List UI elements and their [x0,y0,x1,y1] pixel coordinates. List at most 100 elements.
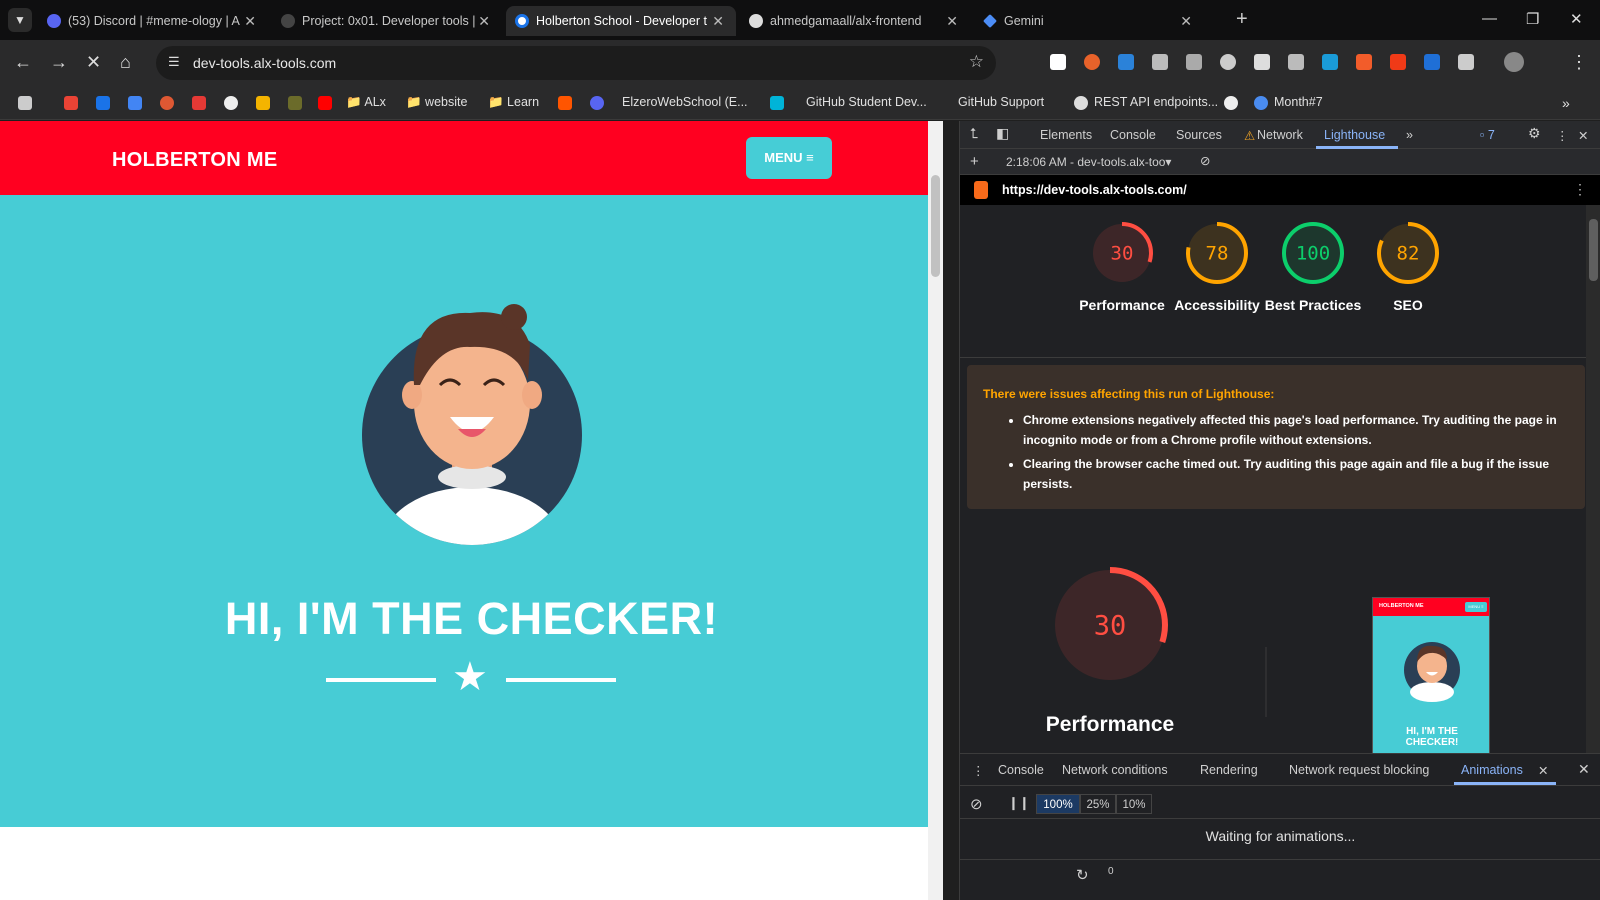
bookmark-icon[interactable] [288,96,302,110]
tab-console[interactable]: Console [1110,128,1156,142]
screenshot-icon[interactable] [1322,54,1338,70]
browser-tab-active[interactable]: Holberton School - Developer t ✕ [506,6,736,36]
speed-100-button[interactable]: 100% [1036,794,1080,814]
report-selector[interactable]: 2:18:06 AM - dev-tools.alx-too▾ [1006,155,1171,169]
bookmark-github-support[interactable]: GitHub Support [958,95,1044,109]
drawer-menu-icon[interactable]: ⋮ [972,763,985,778]
bookmark-folder-website[interactable]: 📁 website [406,95,467,110]
close-tab-icon[interactable]: ✕ [244,6,256,36]
bookmark-rest-api[interactable]: REST API endpoints... [1094,95,1218,109]
new-report-icon[interactable]: + [970,153,979,170]
camera-icon[interactable] [1186,54,1202,70]
gauge-label-seo[interactable]: SEO [1358,295,1458,315]
close-tab-icon[interactable]: ✕ [946,6,958,36]
address-url[interactable]: dev-tools.alx-tools.com [193,55,336,71]
gmail-icon[interactable] [64,96,78,110]
tab-network[interactable]: Network [1257,128,1303,142]
profile-avatar[interactable] [1504,52,1524,72]
youtube-icon[interactable] [318,96,332,110]
inspect-element-icon[interactable]: ⮤ [970,125,978,142]
extension-icon[interactable] [1118,54,1134,70]
close-devtools-icon[interactable]: ✕ [1578,128,1588,143]
minimize-icon[interactable]: — [1482,10,1497,27]
close-drawer-icon[interactable]: ✕ [1578,761,1590,778]
browser-menu-icon[interactable]: ⋮ [1570,52,1588,72]
gauge-label-best-practices[interactable]: Best Practices [1263,295,1363,315]
github-icon[interactable] [224,96,238,110]
devtools-scrollbar[interactable] [1586,205,1600,753]
close-window-icon[interactable]: ✕ [1570,10,1583,28]
close-animations-tab-icon[interactable]: ✕ [1538,763,1548,778]
extension-icon[interactable] [1050,54,1066,70]
menu-button[interactable]: MENU ≡ [746,137,832,179]
drawer-tab-animations[interactable]: Animations [1461,763,1523,777]
github-icon[interactable] [1074,96,1088,110]
close-tab-icon[interactable]: ✕ [712,6,724,36]
clear-reports-icon[interactable]: ⊘ [1200,153,1210,168]
codeforces-icon[interactable] [192,96,206,110]
restore-icon[interactable]: ❐ [1526,10,1539,28]
shield-icon[interactable] [1424,54,1440,70]
settings-gear-icon[interactable]: ⚙ [1528,125,1541,142]
page-scrollbar[interactable] [928,121,943,900]
page-scrollbar-thumb[interactable] [931,175,940,277]
site-logo[interactable]: HOLBERTON ME [112,149,277,172]
browser-tab[interactable]: (53) Discord | #meme-ology | A ✕ [38,6,268,36]
stop-loading-icon[interactable]: ✕ [86,52,101,72]
devtools-menu-icon[interactable]: ⋮ [1556,128,1569,143]
bookmark-github-student[interactable]: GitHub Student Dev... [806,95,927,109]
site-info-icon[interactable]: ☰ [168,54,180,70]
tab-search-button[interactable]: ▼ [8,8,32,32]
extension-icon[interactable] [1220,54,1236,70]
home-icon[interactable]: ⌂ [120,52,131,72]
issues-badge[interactable]: ▫ 7 [1480,128,1495,142]
more-tabs-icon[interactable]: » [1406,128,1413,142]
browser-tab[interactable]: Project: 0x01. Developer tools | ✕ [272,6,502,36]
address-bar[interactable]: ☰ dev-tools.alx-tools.com ☆ [156,46,996,80]
bookmark-month7[interactable]: Month#7 [1274,95,1323,109]
close-tab-icon[interactable]: ✕ [1180,6,1192,36]
report-url[interactable]: https://dev-tools.alx-tools.com/ [1002,183,1187,197]
browser-tab[interactable]: Gemini ✕ [974,6,1204,36]
extension-icon[interactable] [1084,54,1100,70]
clear-animations-icon[interactable]: ⊘ [970,795,983,813]
bookmark-elzero[interactable]: ElzeroWebSchool (E... [622,95,748,109]
pause-all-icon[interactable]: ❙❙ [1008,795,1030,811]
device-toolbar-icon[interactable]: ◧ [996,125,1009,142]
speed-25-button[interactable]: 25% [1080,794,1116,814]
extensions-puzzle-icon[interactable] [1458,54,1474,70]
globe-icon[interactable] [1254,96,1268,110]
extension-icon[interactable] [1356,54,1372,70]
tab-sources[interactable]: Sources [1176,128,1222,142]
apps-grid-icon[interactable] [18,96,32,110]
report-menu-icon[interactable]: ⋮ [1573,181,1587,198]
extension-icon[interactable] [1390,54,1406,70]
bookmark-folder-alx[interactable]: 📁 ALx [346,95,386,110]
extension-icon[interactable] [1254,54,1270,70]
calendar-icon[interactable] [96,96,110,110]
tab-lighthouse[interactable]: Lighthouse [1324,128,1385,142]
replay-icon[interactable]: ↻ [1076,866,1089,884]
speed-10-button[interactable]: 10% [1116,794,1152,814]
close-tab-icon[interactable]: ✕ [478,6,490,36]
tab-elements[interactable]: Elements [1040,128,1092,142]
soundcloud-icon[interactable] [558,96,572,110]
new-tab-button[interactable]: + [1236,9,1248,29]
drawer-tab-rendering[interactable]: Rendering [1200,763,1258,777]
devtools-scrollbar-thumb[interactable] [1589,219,1598,281]
eyedropper-icon[interactable] [1288,54,1304,70]
drawer-tab-console[interactable]: Console [998,763,1044,777]
browser-tab[interactable]: ahmedgamaall/alx-frontend ✕ [740,6,970,36]
translate-icon[interactable] [128,96,142,110]
bulb-icon[interactable] [256,96,270,110]
bookmark-star-icon[interactable]: ☆ [969,52,984,72]
drawer-tab-network-conditions[interactable]: Network conditions [1062,763,1168,777]
download-icon[interactable] [1152,54,1168,70]
gauge-label-accessibility[interactable]: Accessibility [1167,295,1267,315]
back-icon[interactable]: ← [14,52,32,72]
more-bookmarks-icon[interactable]: » [1562,95,1570,111]
gauge-label-performance[interactable]: Performance [1072,295,1172,315]
bookmark-folder-learn[interactable]: 📁 Learn [488,95,539,110]
forward-icon[interactable]: → [50,52,68,72]
discord-icon[interactable] [590,96,604,110]
